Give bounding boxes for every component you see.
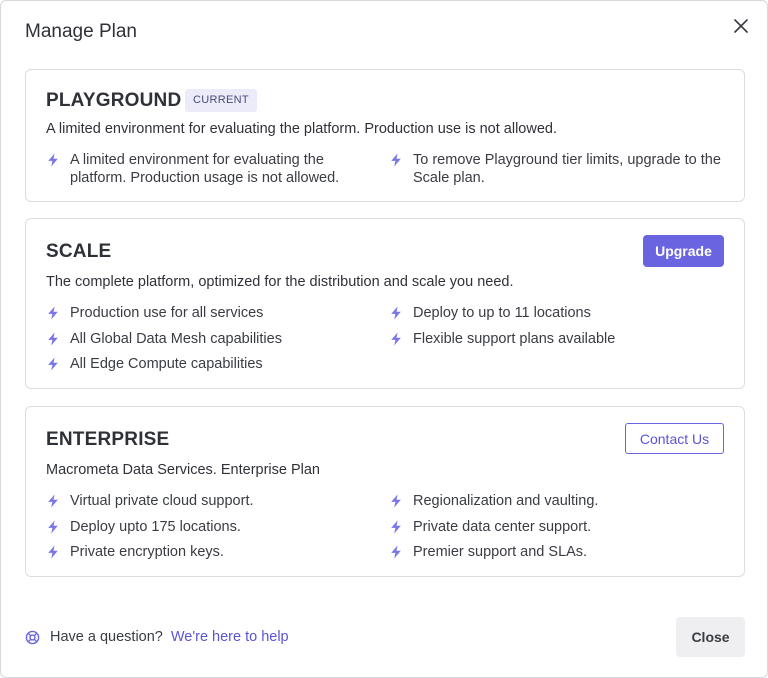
feature-text: To remove Playground tier limits, upgrad… (413, 152, 721, 186)
manage-plan-dialog: Manage Plan PLAYGROUND CURRENT A limited… (0, 0, 768, 678)
plan-name: PLAYGROUND (46, 90, 182, 111)
feature-text: A limited environment for evaluating the… (70, 152, 340, 186)
help-footer: Have a question? We're here to help (25, 627, 289, 647)
feature-item: A limited environment for evaluating the… (46, 151, 346, 187)
feature-text: Virtual private cloud support. (70, 493, 254, 509)
feature-list-right: Regionalization and vaulting. Private dat… (389, 492, 729, 569)
plan-name: ENTERPRISE (46, 429, 170, 450)
plan-card-playground: PLAYGROUND CURRENT A limited environment… (25, 69, 745, 202)
feature-item: Virtual private cloud support. (46, 492, 366, 510)
feature-item: All Global Data Mesh capabilities (46, 330, 366, 348)
plan-description: The complete platform, optimized for the… (46, 274, 514, 290)
help-question: Have a question? (50, 629, 163, 645)
lightning-bolt-icon (389, 306, 403, 320)
feature-text: Flexible support plans available (413, 330, 616, 347)
feature-item: All Edge Compute capabilities (46, 355, 366, 373)
lightning-bolt-icon (389, 494, 403, 508)
feature-item: Regionalization and vaulting. (389, 492, 729, 510)
lightning-bolt-icon (46, 494, 60, 508)
lightning-bolt-icon (389, 545, 403, 559)
lightning-bolt-icon (46, 545, 60, 559)
feature-item: Flexible support plans available (389, 330, 729, 348)
plan-description: A limited environment for evaluating the… (46, 121, 557, 137)
lightning-bolt-icon (46, 520, 60, 534)
feature-text: Premier support and SLAs. (413, 544, 588, 560)
plan-description: Macrometa Data Services. Enterprise Plan (46, 462, 320, 478)
feature-item: Deploy to up to 11 locations (389, 304, 729, 322)
plan-card-scale: SCALE Upgrade The complete platform, opt… (25, 218, 745, 389)
feature-item: Deploy upto 175 locations. (46, 518, 366, 536)
dialog-title: Manage Plan (25, 21, 137, 42)
feature-list-right: Deploy to up to 11 locations Flexible sup… (389, 304, 729, 355)
lightning-bolt-icon (46, 153, 60, 167)
feature-text: Production use for all services (70, 305, 264, 321)
lightning-bolt-icon (46, 332, 60, 346)
feature-item: Premier support and SLAs. (389, 543, 729, 561)
feature-list-right: To remove Playground tier limits, upgrad… (389, 151, 729, 195)
lightning-bolt-icon (46, 306, 60, 320)
feature-item: Production use for all services (46, 304, 366, 322)
feature-text: All Global Data Mesh capabilities (70, 330, 282, 347)
feature-item: Private encryption keys. (46, 543, 366, 561)
feature-list-left: Production use for all services All Globa… (46, 304, 366, 381)
help-link[interactable]: We're here to help (171, 629, 289, 645)
feature-list-left: A limited environment for evaluating the… (46, 151, 346, 195)
feature-text: All Edge Compute capabilities (70, 356, 263, 372)
plan-name: SCALE (46, 241, 112, 262)
upgrade-button[interactable]: Upgrade (643, 235, 724, 267)
feature-text: Deploy to up to 11 locations (413, 305, 591, 321)
lightning-bolt-icon (389, 332, 403, 346)
feature-text: Private encryption keys. (70, 544, 224, 560)
feature-item: To remove Playground tier limits, upgrad… (389, 151, 729, 187)
contact-us-button[interactable]: Contact Us (625, 423, 724, 454)
feature-list-left: Virtual private cloud support. Deploy upt… (46, 492, 366, 569)
current-plan-badge: CURRENT (185, 89, 257, 112)
close-button[interactable]: Close (676, 617, 745, 657)
lifebuoy-icon (25, 630, 40, 645)
lightning-bolt-icon (389, 520, 403, 534)
plan-card-enterprise: ENTERPRISE Contact Us Macrometa Data Ser… (25, 406, 745, 577)
lightning-bolt-icon (46, 357, 60, 371)
lightning-bolt-icon (389, 153, 403, 167)
feature-item: Private data center support. (389, 518, 729, 536)
close-icon[interactable] (730, 15, 752, 37)
feature-text: Private data center support. (413, 518, 592, 535)
feature-text: Deploy upto 175 locations. (70, 518, 241, 535)
feature-text: Regionalization and vaulting. (413, 493, 599, 509)
